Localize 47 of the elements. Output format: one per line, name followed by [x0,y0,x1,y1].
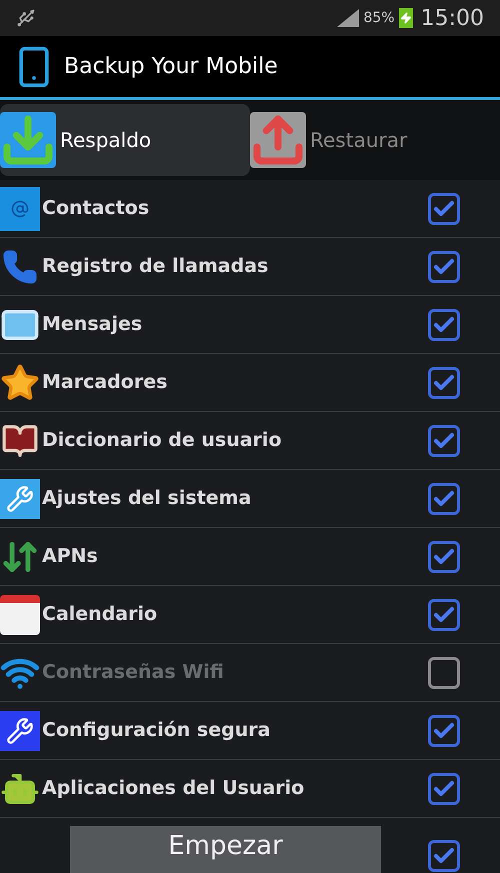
checkbox[interactable] [428,250,460,282]
option-label: APNs [42,544,99,570]
tab[interactable]: Respaldo [0,104,250,176]
battery-icon [398,8,413,28]
download-icon [0,112,56,168]
option-row[interactable]: Ajustes del sistema [0,470,500,528]
option-row[interactable]: Aplicaciones del Usuario [0,760,500,818]
tab[interactable]: Restaurar [250,104,500,176]
wrench-icon [0,708,40,752]
signal-icon [337,9,360,27]
option-label: Registro de llamadas [42,254,270,280]
checkbox[interactable] [428,366,460,398]
option-row[interactable]: Diccionario de usuario [0,412,500,470]
checkbox[interactable] [428,424,460,456]
checkbox[interactable] [428,308,460,340]
checkbox[interactable] [428,714,460,746]
checkbox[interactable] [428,482,460,514]
calendar-icon [0,592,40,636]
checkbox[interactable] [428,772,460,804]
option-label: Marcadores [42,370,168,396]
wrench-icon [0,476,40,520]
option-row[interactable]: Registro de llamadas [0,238,500,296]
option-label: Calendario [42,602,158,628]
app-title: Backup Your Mobile [64,53,278,81]
upload-icon [250,112,306,168]
option-label: Mensajes [42,312,144,338]
usb-icon [16,8,36,28]
clock: 15:00 [420,4,484,32]
option-label: Ajustes del sistema [42,486,252,512]
checkbox[interactable] [428,598,460,630]
option-label: Configuración segura [42,718,272,744]
start-button[interactable]: Empezar [70,826,381,873]
option-label: Aplicaciones del Usuario [42,776,306,802]
option-row[interactable]: Mensajes [0,296,500,354]
address-book-icon [0,186,40,230]
option-row[interactable]: Configuración segura [0,702,500,760]
checkbox[interactable] [428,192,460,224]
checkbox[interactable] [428,540,460,572]
option-row[interactable]: Calendario [0,586,500,644]
option-label: Contactos [42,196,150,222]
checkbox[interactable] [428,840,460,872]
option-label: Diccionario de usuario [42,428,282,454]
option-row[interactable]: APNs [0,528,500,586]
option-row[interactable]: Contactos [0,180,500,238]
option-row[interactable]: Marcadores [0,354,500,412]
option-label: Contraseñas Wifi [42,660,225,686]
battery-percent: 85% [363,8,395,28]
